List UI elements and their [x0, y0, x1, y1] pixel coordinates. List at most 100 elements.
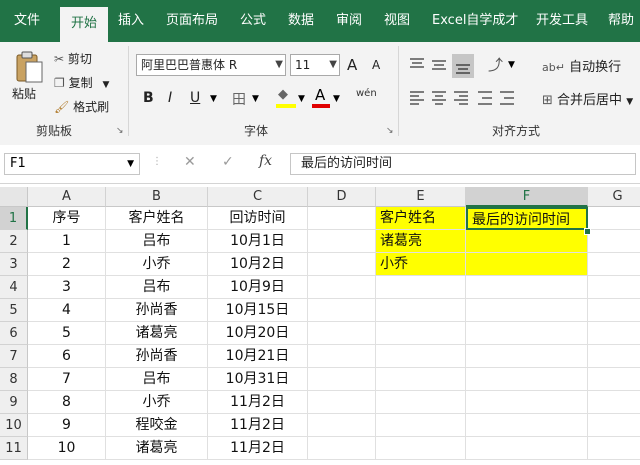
cell-g2[interactable] — [588, 230, 640, 253]
cell-d10[interactable] — [308, 414, 376, 437]
align-right-icon[interactable] — [454, 91, 468, 105]
cell-f4[interactable] — [466, 276, 588, 299]
cell-g10[interactable] — [588, 414, 640, 437]
name-box[interactable]: F1 ▼ — [4, 153, 140, 175]
decrease-font-button[interactable]: A — [372, 58, 380, 72]
chevron-down-icon[interactable]: ▼ — [102, 80, 109, 90]
cell-a4[interactable]: 3 — [28, 276, 106, 299]
cell-f3[interactable] — [466, 253, 588, 276]
cell-a2[interactable]: 1 — [28, 230, 106, 253]
tab-file[interactable]: 文件 — [14, 0, 40, 42]
cell-e10[interactable] — [376, 414, 466, 437]
cell-c4[interactable]: 10月9日 — [208, 276, 308, 299]
cell-a6[interactable]: 5 — [28, 322, 106, 345]
cell-g11[interactable] — [588, 437, 640, 460]
row-header[interactable]: 6 — [0, 322, 28, 345]
cell-b7[interactable]: 孙尚香 — [106, 345, 208, 368]
fill-handle[interactable] — [584, 228, 591, 235]
cell-g6[interactable] — [588, 322, 640, 345]
cell-f7[interactable] — [466, 345, 588, 368]
wrap-text-button[interactable]: ab↵ 自动换行 — [542, 56, 621, 75]
cell-b2[interactable]: 吕布 — [106, 230, 208, 253]
cell-d3[interactable] — [308, 253, 376, 276]
cell-b8[interactable]: 吕布 — [106, 368, 208, 391]
cell-a1[interactable]: 序号 — [28, 207, 106, 230]
cell-c8[interactable]: 10月31日 — [208, 368, 308, 391]
tab-view[interactable]: 视图 — [384, 0, 410, 42]
cell-g9[interactable] — [588, 391, 640, 414]
clipboard-launcher-icon[interactable]: ↘ — [116, 126, 124, 136]
cell-d5[interactable] — [308, 299, 376, 322]
cell-d4[interactable] — [308, 276, 376, 299]
cell-g1[interactable] — [588, 207, 640, 230]
underline-button[interactable]: U — [190, 90, 200, 106]
tab-review[interactable]: 审阅 — [336, 0, 362, 42]
cell-g8[interactable] — [588, 368, 640, 391]
align-middle-icon[interactable] — [432, 60, 446, 70]
format-painter-button[interactable]: 🖌 格式刷 — [54, 98, 109, 115]
cancel-entry-button[interactable]: ✕ — [184, 154, 196, 170]
cell-a7[interactable]: 6 — [28, 345, 106, 368]
column-header-e[interactable]: E — [376, 187, 466, 207]
insert-function-button[interactable]: fx — [259, 153, 272, 169]
paste-label[interactable]: 粘贴 — [12, 85, 36, 102]
chevron-down-icon[interactable]: ▼ — [626, 97, 633, 107]
row-header[interactable]: 8 — [0, 368, 28, 391]
cell-g5[interactable] — [588, 299, 640, 322]
column-header-g[interactable]: G — [588, 187, 640, 207]
align-left-icon[interactable] — [410, 91, 424, 105]
fill-color-button[interactable]: ◆ — [274, 86, 298, 110]
select-all-corner[interactable] — [0, 187, 28, 207]
column-header-b[interactable]: B — [106, 187, 208, 207]
cell-a5[interactable]: 4 — [28, 299, 106, 322]
cell-c11[interactable]: 11月2日 — [208, 437, 308, 460]
confirm-entry-button[interactable]: ✓ — [222, 154, 234, 170]
align-top-icon[interactable] — [410, 58, 424, 68]
row-header[interactable]: 5 — [0, 299, 28, 322]
cell-d6[interactable] — [308, 322, 376, 345]
cell-e4[interactable] — [376, 276, 466, 299]
cell-f11[interactable] — [466, 437, 588, 460]
cell-e7[interactable] — [376, 345, 466, 368]
cell-g4[interactable] — [588, 276, 640, 299]
cut-button[interactable]: ✂ 剪切 — [54, 50, 92, 67]
cell-e1[interactable]: 客户姓名 — [376, 207, 466, 230]
column-header-d[interactable]: D — [308, 187, 376, 207]
cell-g7[interactable] — [588, 345, 640, 368]
row-header[interactable]: 11 — [0, 437, 28, 460]
cell-e2[interactable]: 诸葛亮 — [376, 230, 466, 253]
column-header-a[interactable]: A — [28, 187, 106, 207]
cell-g3[interactable] — [588, 253, 640, 276]
borders-button[interactable]: 田 — [232, 89, 246, 109]
cell-f9[interactable] — [466, 391, 588, 414]
cell-c1[interactable]: 回访时间 — [208, 207, 308, 230]
column-header-c[interactable]: C — [208, 187, 308, 207]
tab-excel-self-study[interactable]: Excel自学成才 — [432, 0, 518, 42]
cell-b11[interactable]: 诸葛亮 — [106, 437, 208, 460]
chevron-down-icon[interactable]: ▼ — [333, 94, 340, 104]
cell-d1[interactable] — [308, 207, 376, 230]
cell-c6[interactable]: 10月20日 — [208, 322, 308, 345]
tab-formulas[interactable]: 公式 — [240, 0, 266, 42]
increase-font-button[interactable]: A — [347, 56, 357, 74]
cell-c10[interactable]: 11月2日 — [208, 414, 308, 437]
chevron-down-icon[interactable]: ▼ — [210, 94, 217, 104]
cell-f6[interactable] — [466, 322, 588, 345]
row-header[interactable]: 9 — [0, 391, 28, 414]
paste-button[interactable] — [14, 50, 44, 84]
merge-center-button[interactable]: ⊞ 合并后居中 ▼ — [542, 89, 633, 108]
cell-f2[interactable] — [466, 230, 588, 253]
bold-button[interactable]: B — [143, 90, 154, 106]
cell-b1[interactable]: 客户姓名 — [106, 207, 208, 230]
row-header[interactable]: 7 — [0, 345, 28, 368]
tab-developer[interactable]: 开发工具 — [536, 0, 588, 42]
cell-b5[interactable]: 孙尚香 — [106, 299, 208, 322]
cell-e9[interactable] — [376, 391, 466, 414]
tab-help[interactable]: 帮助 — [608, 0, 634, 42]
cell-b9[interactable]: 小乔 — [106, 391, 208, 414]
copy-button[interactable]: ❐ 复制 ▼ — [54, 74, 109, 91]
italic-button[interactable]: I — [168, 90, 172, 106]
cell-f10[interactable] — [466, 414, 588, 437]
font-name-select[interactable]: 阿里巴巴普惠体 R ▼ — [136, 54, 286, 76]
cell-a10[interactable]: 9 — [28, 414, 106, 437]
